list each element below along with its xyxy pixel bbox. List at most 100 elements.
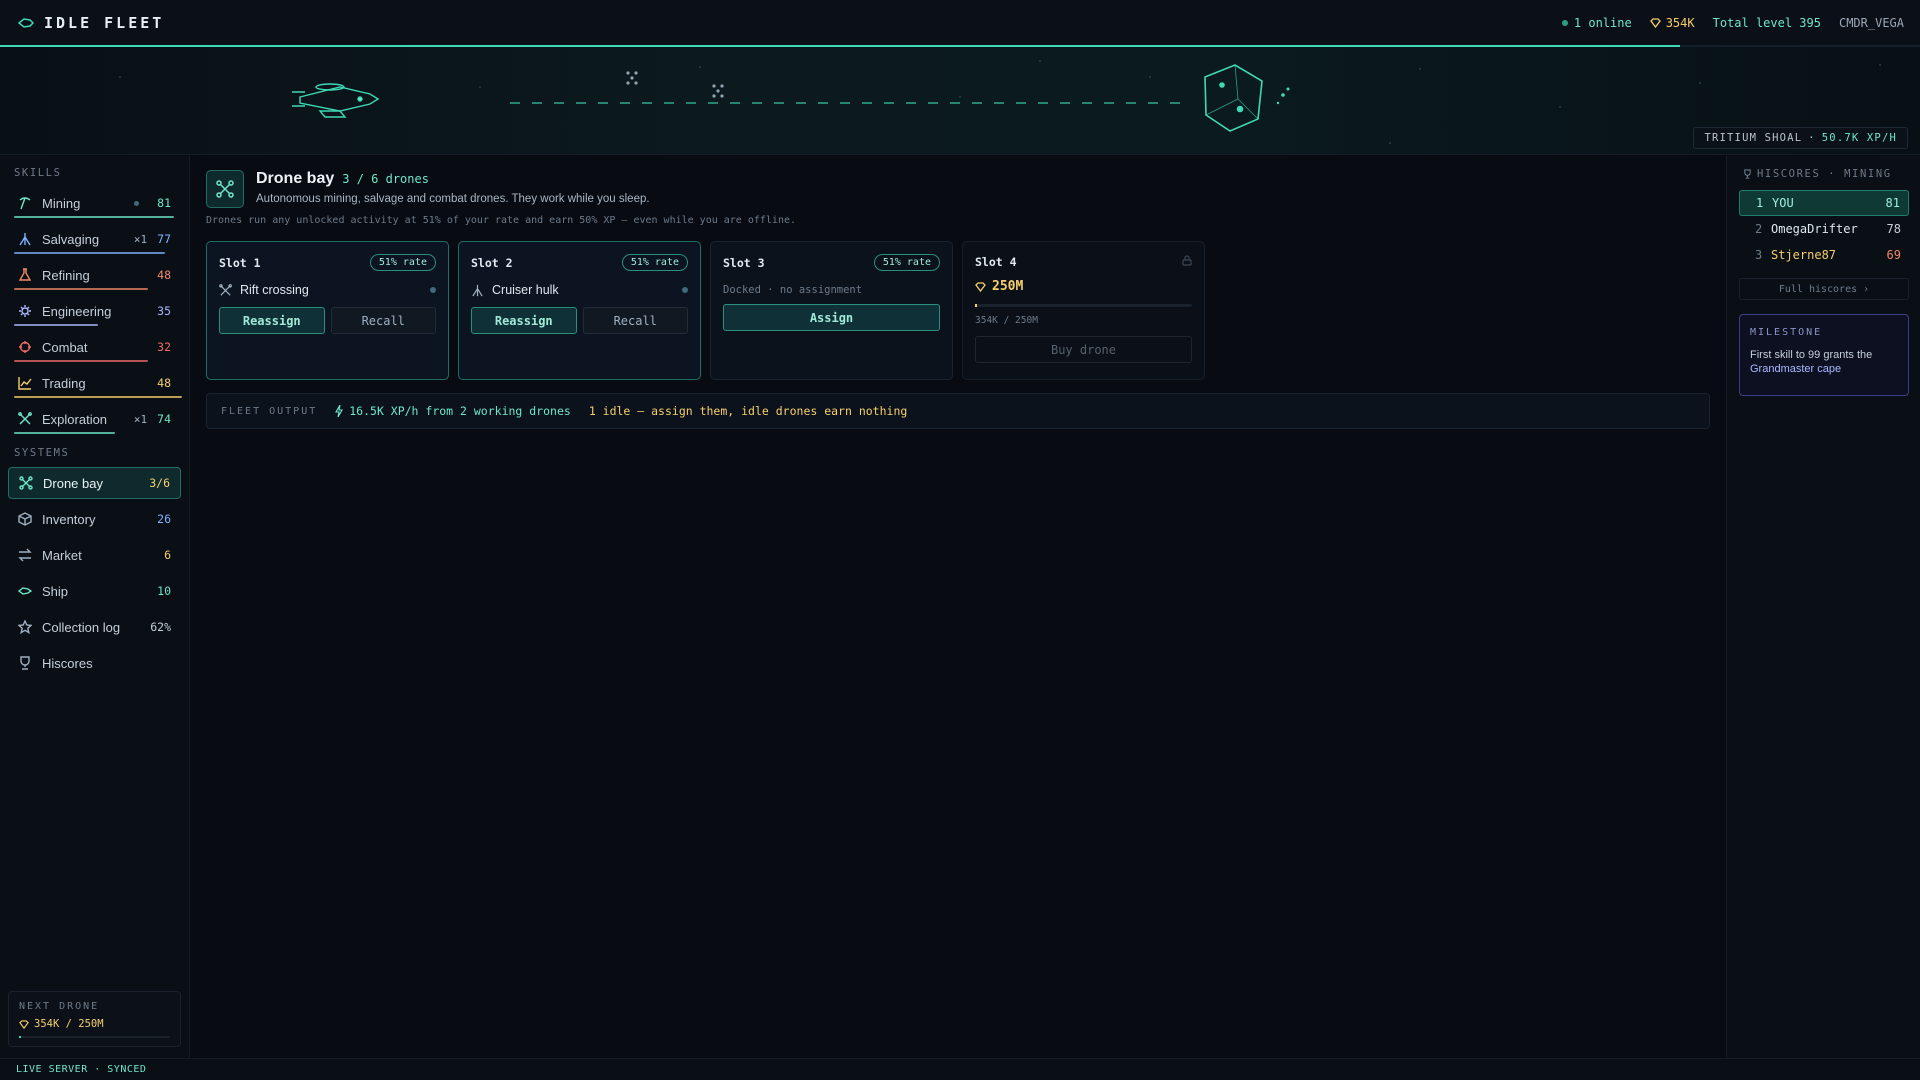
- rate-badge: 51% rate: [369, 254, 436, 271]
- sidebar-item-ship[interactable]: Ship 10: [8, 575, 181, 607]
- flask-icon: [18, 268, 32, 282]
- credits-display: 354K: [1649, 16, 1695, 30]
- recall-button[interactable]: Recall: [330, 307, 436, 334]
- drone-particle-icon: [626, 71, 724, 98]
- gem-icon: [1649, 18, 1661, 28]
- drone-slots: Slot 1 51% rate Rift crossing Reassign R…: [206, 241, 1205, 380]
- hiscore-row[interactable]: 3 Stjerne87 69: [1739, 242, 1909, 268]
- sidebar-item-drone-bay[interactable]: Drone bay 3/6: [8, 467, 181, 499]
- sidebar-item-engineering[interactable]: Engineering 35: [8, 295, 181, 327]
- next-drone-value: 354K / 250M: [34, 1018, 104, 1030]
- active-dot-icon: [134, 200, 140, 206]
- lock-icon: [1182, 254, 1192, 269]
- system-count: 10: [157, 584, 171, 598]
- drone-rate-note: Drones run any unlocked activity at 51% …: [206, 215, 797, 226]
- sidebar-item-label: Collection log: [42, 619, 121, 635]
- hiscore-score: 78: [1886, 222, 1901, 236]
- sidebar: SKILLS Mining 81 Salvaging ⨯1 77 Refining 48 En…: [0, 156, 190, 1058]
- zone-name: TRITIUM SHOAL: [1704, 132, 1803, 144]
- skill-level: 74: [157, 412, 171, 426]
- skill-progress-bar: [14, 360, 148, 362]
- skill-level: 35: [157, 304, 171, 318]
- sidebar-item-salvaging[interactable]: Salvaging ⨯1 77: [8, 223, 181, 255]
- main-panel: Drone bay 3 / 6 drones Autonomous mining,…: [191, 156, 1725, 1058]
- hiscore-name: Stjerne87: [1771, 248, 1837, 262]
- hiscore-rank: 3: [1755, 248, 1763, 262]
- sidebar-item-mining[interactable]: Mining 81: [8, 187, 181, 219]
- buy-drone-button[interactable]: Buy drone: [975, 336, 1192, 363]
- reassign-button[interactable]: Reassign: [471, 307, 577, 334]
- skill-level: 81: [157, 196, 171, 210]
- drone-slot-3: Slot 3 51% rate Docked · no assignment A…: [710, 241, 953, 380]
- slot-idle-status: Docked · no assignment: [723, 284, 863, 296]
- next-drone-progress: [19, 1036, 170, 1038]
- sidebar-item-market[interactable]: Market 6: [8, 539, 181, 571]
- username[interactable]: CMDR_VEGA: [1839, 16, 1904, 30]
- sidebar-item-label: Hiscores: [42, 655, 93, 671]
- box-icon: [18, 512, 32, 526]
- skill-progress-bar: [14, 252, 165, 254]
- hiscore-score: 69: [1886, 248, 1901, 262]
- sidebar-item-inventory[interactable]: Inventory 26: [8, 503, 181, 535]
- star-icon: [18, 620, 32, 634]
- next-drone-progress-fill: [19, 1036, 21, 1038]
- drone-slot-1: Slot 1 51% rate Rift crossing Reassign R…: [206, 241, 449, 380]
- brand[interactable]: IDLE FLEET: [17, 14, 165, 32]
- app-title: IDLE FLEET: [44, 14, 165, 32]
- system-count: 3/6: [149, 476, 170, 490]
- drone-slot-4: Slot 4 250M 354K / 250M Buy drone: [962, 241, 1205, 380]
- swap-icon: [18, 548, 32, 562]
- hiscore-row[interactable]: 1 YOU 81: [1739, 190, 1909, 216]
- skill-progress-bar: [14, 432, 115, 434]
- hiscore-row[interactable]: 2 OmegaDrifter 78: [1739, 216, 1909, 242]
- system-count: 6: [164, 548, 171, 562]
- sidebar-item-hiscores[interactable]: Hiscores: [8, 647, 181, 679]
- slot-name: Slot 3: [723, 255, 765, 270]
- total-level: Total level 395: [1712, 16, 1821, 30]
- gear-icon: [18, 304, 32, 318]
- hiscores-title: HISCORES · MINING: [1757, 168, 1892, 180]
- skill-level: 48: [157, 376, 171, 390]
- systems-section-title: SYSTEMS: [14, 447, 70, 459]
- zone-xp-rate: 50.7K XP/H: [1821, 132, 1897, 144]
- sidebar-item-label: Trading: [42, 375, 86, 391]
- slot-name: Slot 4: [975, 254, 1017, 269]
- next-drone-card[interactable]: NEXT DRONE 354K / 250M: [8, 991, 181, 1047]
- slot-name: Slot 1: [219, 255, 261, 270]
- full-hiscores-link[interactable]: Full hiscores ›: [1739, 278, 1909, 300]
- sidebar-item-combat[interactable]: Combat 32: [8, 331, 181, 363]
- online-dot-icon: [1561, 20, 1568, 26]
- hiscore-name: OmegaDrifter: [1771, 222, 1858, 236]
- gem-icon: [19, 1019, 29, 1029]
- sidebar-item-label: Salvaging: [42, 231, 100, 247]
- sidebar-item-trading[interactable]: Trading 48: [8, 367, 182, 399]
- crosshair-icon: [18, 340, 32, 354]
- star-field: [119, 60, 1881, 144]
- sidebar-item-label: Exploration: [42, 411, 108, 427]
- systems-list: Drone bay 3/6 Inventory 26 Market 6 Ship 10 Coll…: [0, 467, 189, 679]
- sidebar-item-label: Market: [42, 547, 82, 563]
- sidebar-item-collection-log[interactable]: Collection log 62%: [8, 611, 181, 643]
- reassign-button[interactable]: Reassign: [219, 307, 325, 334]
- salvage-icon: [471, 284, 484, 297]
- bolt-icon: [335, 405, 344, 417]
- sidebar-item-label: Drone bay: [43, 475, 103, 491]
- drone-price: 250M: [992, 279, 1024, 294]
- milestone-card: MILESTONE First skill to 99 grants the G…: [1739, 314, 1909, 396]
- fleet-xp-rate: 16.5K XP/h from 2 working drones: [349, 404, 571, 418]
- drone-icon: [216, 180, 234, 198]
- drone-slot-2: Slot 2 51% rate Cruiser hulk Reassign Re…: [458, 241, 701, 380]
- recall-button[interactable]: Recall: [582, 307, 688, 334]
- compass-icon: [18, 412, 32, 426]
- assign-button[interactable]: Assign: [723, 304, 940, 331]
- skill-progress-bar: [14, 288, 148, 290]
- milestone-title: MILESTONE: [1750, 327, 1823, 338]
- hiscore-name: YOU: [1772, 196, 1794, 210]
- sidebar-item-exploration[interactable]: Exploration ⨯1 74: [8, 403, 181, 435]
- activity-dot-icon: [430, 287, 436, 293]
- sidebar-item-refining[interactable]: Refining 48: [8, 259, 181, 291]
- compass-icon: [219, 283, 232, 297]
- skill-multiplier: ⨯1: [133, 412, 148, 426]
- skill-level: 32: [157, 340, 171, 354]
- salvage-icon: [18, 232, 32, 246]
